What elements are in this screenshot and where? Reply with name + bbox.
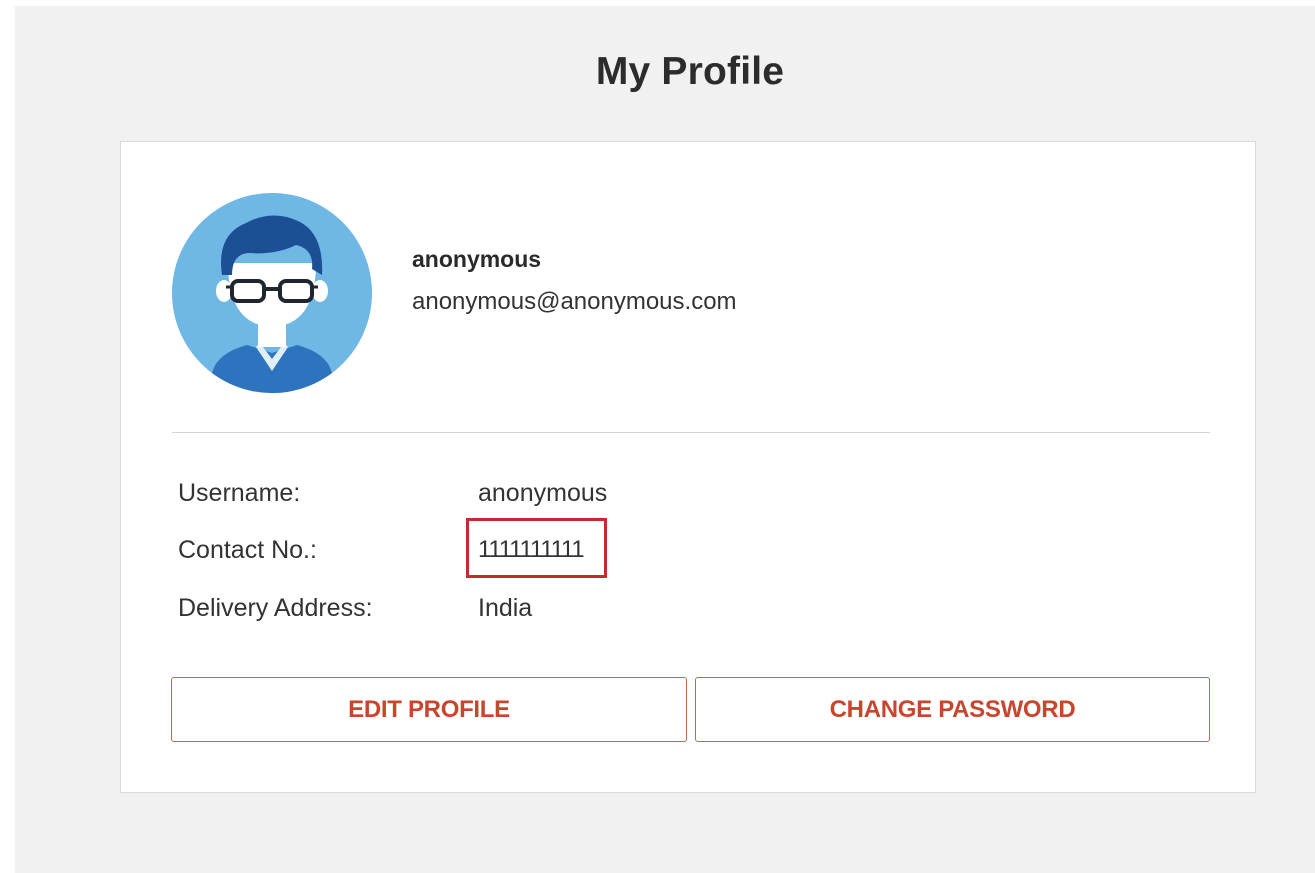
address-value: India [478,594,533,622]
profile-email: anonymous@anonymous.com [412,288,737,315]
edit-profile-button[interactable]: EDIT PROFILE [171,677,687,742]
profile-card: anonymous anonymous@anonymous.com Userna… [120,141,1256,793]
address-label: Delivery Address: [178,594,373,622]
divider [172,432,1210,433]
change-password-button[interactable]: CHANGE PASSWORD [695,677,1210,742]
contact-highlight-box [466,518,607,578]
username-value: anonymous [478,479,608,507]
profile-display-name: anonymous [412,246,542,272]
username-label: Username: [178,479,301,507]
contact-label: Contact No.: [178,536,317,564]
page-title: My Profile [595,50,785,93]
user-avatar-icon [172,193,372,393]
